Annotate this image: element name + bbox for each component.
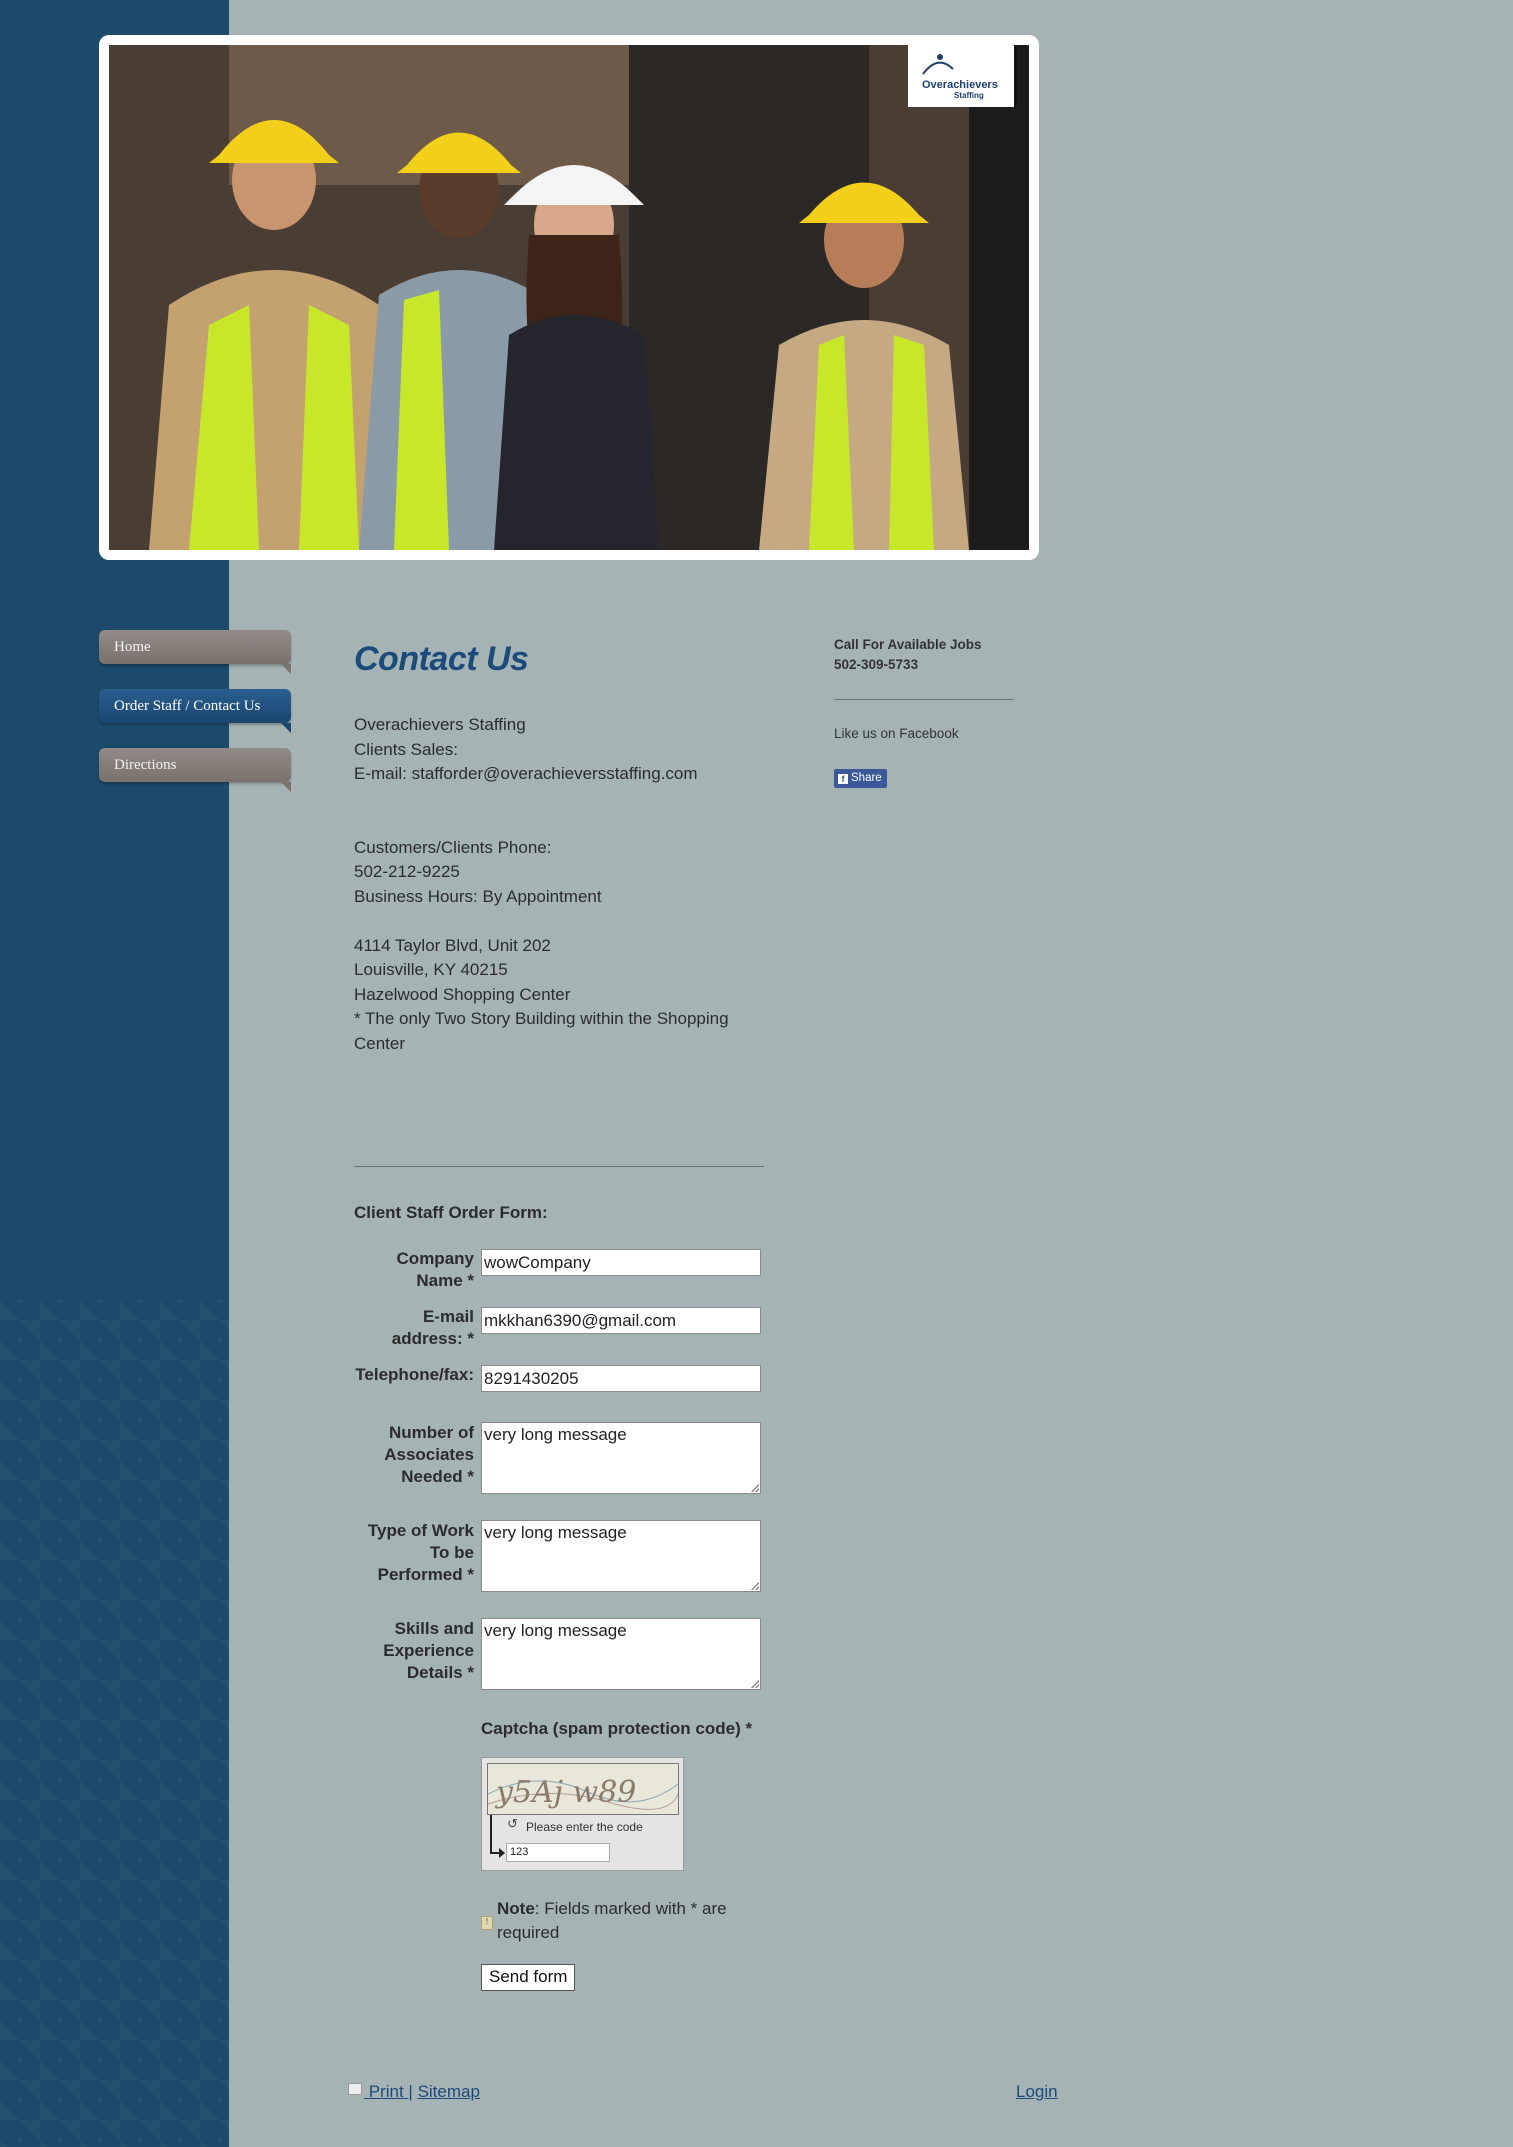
email-input[interactable]: mkkhan6390@gmail.com [481, 1307, 761, 1334]
contact-line: Business Hours: By Appointment [354, 886, 602, 906]
associates-needed-textarea[interactable]: very long message [481, 1422, 761, 1494]
header-banner: Overachievers Staffing [99, 35, 1039, 560]
printer-icon [348, 2083, 362, 2095]
workers-photo [109, 45, 1029, 550]
nav-item-order-staff-contact[interactable]: Order Staff / Contact Us [99, 689, 291, 733]
telephone-label: Telephone/fax: [355, 1365, 474, 1384]
form-title: Client Staff Order Form: [354, 1203, 548, 1222]
company-name-label: Company Name * [396, 1249, 474, 1290]
captcha-code-text: y5Aj w89 [494, 1775, 636, 1810]
header-photo: Overachievers Staffing [109, 45, 1029, 550]
share-label: Share [851, 772, 882, 784]
type-of-work-textarea[interactable]: very long message [481, 1520, 761, 1592]
footer-links: Print | Sitemap [348, 2082, 480, 2102]
contact-line [354, 811, 784, 836]
note-bold: Note [497, 1899, 535, 1918]
contact-line [354, 787, 784, 812]
footer-login: Login [1016, 2082, 1058, 2102]
captcha-input[interactable]: 123 [506, 1843, 610, 1862]
captcha-widget: y5Aj w89 ↺ Please enter the code 123 [481, 1757, 684, 1871]
captcha-image: y5Aj w89 [487, 1763, 679, 1815]
sitemap-link[interactable]: Sitemap [418, 2082, 480, 2101]
resize-grip-icon[interactable] [751, 1582, 759, 1590]
company-logo[interactable]: Overachievers Staffing [908, 45, 1017, 107]
jobs-heading: Call For Available Jobs [834, 637, 982, 652]
resize-grip-icon[interactable] [751, 1680, 759, 1688]
contact-line: Clients Sales: [354, 739, 458, 759]
right-sidebar: Call For Available Jobs 502-309-5733 Lik… [834, 635, 1014, 788]
nav-item-home[interactable]: Home [99, 630, 291, 674]
resize-grip-icon[interactable] [751, 1484, 759, 1492]
facebook-text: Like us on Facebook [834, 726, 959, 741]
login-link[interactable]: Login [1016, 2082, 1058, 2101]
contact-line: * The only Two Story Building within the… [354, 1009, 729, 1053]
email-label: E-mail address: * [391, 1307, 474, 1348]
section-divider [354, 1166, 764, 1167]
footer-separator: | [408, 2082, 413, 2101]
contact-line: Louisville, KY 40215 [354, 960, 508, 979]
contact-line: 502-212-9225 [354, 862, 460, 881]
skills-experience-value: very long message [484, 1621, 627, 1640]
required-fields-note: Note: Fields marked with * are required [497, 1897, 767, 1945]
contact-line: 4114 Taylor Blvd, Unit 202 [354, 935, 551, 955]
contact-line: Overachievers Staffing [354, 715, 526, 734]
skills-experience-label: Skills and Experience Details * [383, 1619, 474, 1682]
nav-item-label: Home [114, 639, 151, 655]
contact-line: Customers/Clients Phone: [354, 837, 552, 857]
captcha-code-image: y5Aj w89 [488, 1775, 678, 1810]
facebook-icon: f [838, 774, 848, 784]
captcha-arrow [490, 1815, 492, 1853]
captcha-hint: Please enter the code [526, 1820, 643, 1834]
associates-needed-label: Number of Associates Needed * [384, 1423, 474, 1486]
contact-line: E-mail: stafforder@overachieversstaffing… [354, 764, 698, 783]
print-label: Print [364, 2082, 409, 2101]
nav-item-label: Order Staff / Contact Us [114, 698, 261, 714]
type-of-work-label: Type of Work To be Performed * [367, 1521, 474, 1584]
logo-subtext: Staffing [954, 91, 984, 100]
jobs-phone: 502-309-5733 [834, 657, 919, 672]
refresh-icon[interactable]: ↺ [507, 1816, 518, 1832]
logo-figure-icon [922, 54, 954, 75]
company-name-input[interactable]: wowCompany [481, 1249, 761, 1276]
print-link[interactable]: Print [348, 2082, 408, 2101]
contact-line: Hazelwood Shopping Center [354, 984, 571, 1004]
page-title: Contact Us [354, 640, 529, 678]
captcha-label: Captcha (spam protection code) * [481, 1719, 753, 1738]
main-navigation: Home Order Staff / Contact Us Directions [99, 630, 291, 807]
side-band-pattern [0, 1300, 229, 2147]
nav-item-label: Directions [114, 757, 177, 773]
nav-item-directions[interactable]: Directions [99, 748, 291, 792]
send-form-button[interactable]: Send form [481, 1964, 576, 1991]
telephone-input[interactable]: 8291430205 [481, 1365, 761, 1392]
skills-experience-textarea[interactable]: very long message [481, 1618, 761, 1690]
sidebar-divider [834, 699, 1014, 700]
main-content: Contact Us Overachievers Staffing Client… [354, 630, 784, 1056]
info-icon: ! [481, 1916, 493, 1930]
logo-text: Overachievers [922, 79, 998, 91]
contact-line [354, 909, 784, 934]
facebook-share-button[interactable]: f Share [834, 769, 887, 788]
contact-info: Overachievers Staffing Clients Sales: E-… [354, 713, 784, 1056]
type-of-work-value: very long message [484, 1523, 627, 1542]
associates-needed-value: very long message [484, 1425, 627, 1444]
